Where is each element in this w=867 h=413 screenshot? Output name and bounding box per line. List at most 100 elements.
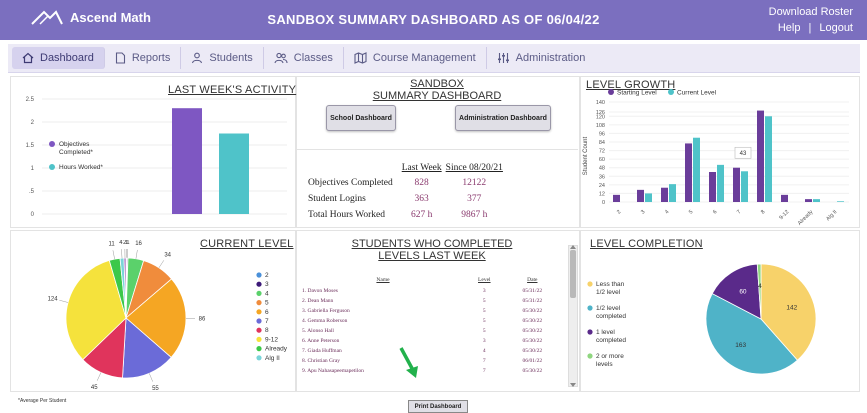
tab-dashboard[interactable]: Dashboard — [12, 47, 105, 69]
table-row[interactable]: 6. Anne Peterson305/30/22 — [300, 336, 562, 346]
growth-bar — [781, 195, 788, 202]
slice-label: 124 — [48, 296, 59, 302]
legend-label: 6 — [265, 309, 269, 316]
help-link[interactable]: Help — [778, 22, 801, 34]
legend-marker — [256, 300, 261, 305]
legend-label: 3 — [265, 281, 269, 288]
y-tick-label: 2 — [31, 120, 35, 126]
legend-marker — [587, 305, 592, 310]
stat-last-week: 627 h — [401, 208, 443, 222]
level-completion-chart: 142163604Less than1/2 level1/2 levelcomp… — [581, 244, 857, 389]
person-icon — [191, 52, 203, 64]
table-row[interactable]: 4. Gemma Roberson505/30/22 — [300, 316, 562, 326]
growth-bar — [685, 143, 692, 202]
student-name[interactable]: 3. Gabriella Ferguson — [300, 306, 466, 316]
school-dashboard-button[interactable]: School Dashboard — [326, 105, 396, 131]
y-tick-label: 12 — [599, 191, 605, 197]
table-row[interactable]: 8. Christian Gray706/01/22 — [300, 356, 562, 366]
student-name[interactable]: 6. Anne Peterson — [300, 336, 466, 346]
student-name[interactable]: 9. Apu Nahasapeemapetilon — [300, 366, 466, 376]
table-row[interactable]: 2. Dean Mann505/31/22 — [300, 296, 562, 306]
legend-label: 9-12 — [265, 336, 278, 343]
legend-label: Hours Worked* — [59, 164, 103, 171]
summary-title: SANDBOX SUMMARY DASHBOARD — [296, 78, 578, 102]
stat-since: 377 — [445, 192, 504, 206]
table-row[interactable]: 7. Giada Huffman405/30/22 — [300, 346, 562, 356]
legend-label: 8 — [265, 327, 269, 334]
slice-leader — [149, 373, 152, 381]
legend-label: 1/2 level — [596, 289, 621, 296]
student-level: 5 — [466, 306, 503, 316]
footnote: *Average Per Student — [18, 398, 66, 404]
student-name[interactable]: 5. Alonso Hall — [300, 326, 466, 336]
scroll-up-icon[interactable] — [570, 245, 576, 249]
tab-course-management[interactable]: Course Management — [344, 47, 487, 69]
x-tick-label: 4 — [664, 209, 670, 215]
table-row[interactable]: 5. Alonso Hall505/30/22 — [300, 326, 562, 336]
legend-marker — [587, 353, 592, 358]
x-tick-label: 5 — [688, 209, 694, 215]
slice-label: 16 — [135, 241, 142, 247]
legend-label: 2 or more — [596, 353, 624, 360]
y-tick-label: 60 — [599, 157, 605, 163]
x-tick-label: 3 — [640, 209, 646, 215]
slice-label: 60 — [739, 288, 747, 295]
slice-label: 1 — [126, 240, 130, 246]
document-icon — [115, 52, 126, 64]
scrollbar-thumb[interactable] — [570, 250, 576, 298]
legend-marker — [608, 89, 614, 95]
table-row[interactable]: 1. Davon Moses305/31/22 — [300, 286, 562, 296]
growth-bar — [645, 193, 652, 202]
legend-marker — [256, 346, 261, 351]
legend-label: levels — [596, 361, 613, 368]
table-row[interactable]: 3. Gabriella Ferguson505/30/22 — [300, 306, 562, 316]
divider — [296, 149, 578, 150]
slice-label: 4 — [758, 283, 762, 290]
activity-bar — [172, 108, 202, 214]
student-name[interactable]: 7. Giada Huffman — [300, 346, 466, 356]
tab-administration[interactable]: Administration — [487, 47, 596, 69]
sliders-icon — [497, 52, 510, 64]
tooltip-label: 43 — [740, 151, 747, 157]
table-row[interactable]: 9. Apu Nahasapeemapetilon705/30/22 — [300, 366, 562, 376]
student-date: 05/31/22 — [503, 296, 562, 306]
students-scrollbar[interactable] — [568, 245, 578, 387]
tab-classes[interactable]: Classes — [264, 47, 344, 69]
main-nav: Dashboard Reports Students Classes Cours… — [8, 44, 860, 73]
student-level: 5 — [466, 316, 503, 326]
student-name[interactable]: 8. Christian Gray — [300, 356, 466, 366]
growth-bar — [741, 171, 748, 202]
tab-students[interactable]: Students — [181, 47, 263, 69]
stat-since: 9867 h — [445, 208, 504, 222]
x-tick-label: 9-12 — [778, 209, 790, 221]
slice-label: 163 — [735, 342, 746, 349]
legend-label: 1/2 level — [596, 305, 621, 312]
y-tick-label: 84 — [599, 140, 605, 146]
col-since: Since 08/20/21 — [445, 162, 504, 174]
logout-link[interactable]: Logout — [819, 22, 853, 34]
student-name[interactable]: 1. Davon Moses — [300, 286, 466, 296]
growth-bar — [757, 111, 764, 202]
scroll-down-icon[interactable] — [570, 383, 576, 387]
student-date: 05/30/22 — [503, 326, 562, 336]
student-name[interactable]: 4. Gemma Roberson — [300, 316, 466, 326]
student-date: 05/30/22 — [503, 336, 562, 346]
y-tick-label: 36 — [599, 174, 605, 180]
x-tick-label: Alg II — [825, 209, 838, 222]
tab-reports[interactable]: Reports — [105, 47, 182, 69]
stats-row: Objectives Completed 828 12122 — [302, 176, 504, 190]
slice-label: 45 — [91, 385, 98, 390]
student-level: 4 — [466, 346, 503, 356]
y-axis-label: Student Count — [583, 136, 589, 175]
administration-dashboard-button[interactable]: Administration Dashboard — [455, 105, 551, 131]
student-name[interactable]: 2. Dean Mann — [300, 296, 466, 306]
students-title-line1: STUDENTS WHO COMPLETED — [296, 238, 568, 250]
home-icon — [22, 52, 34, 64]
page-title: SANDBOX SUMMARY DASHBOARD AS OF 06/04/22 — [0, 12, 867, 27]
students-title-line2: LEVELS LAST WEEK — [296, 250, 568, 262]
download-roster-link[interactable]: Download Roster — [769, 6, 853, 18]
print-dashboard-button[interactable]: Print Dashboard — [408, 400, 468, 413]
growth-bar — [661, 188, 668, 202]
legend-marker — [587, 281, 592, 286]
tab-label: Classes — [294, 52, 333, 64]
